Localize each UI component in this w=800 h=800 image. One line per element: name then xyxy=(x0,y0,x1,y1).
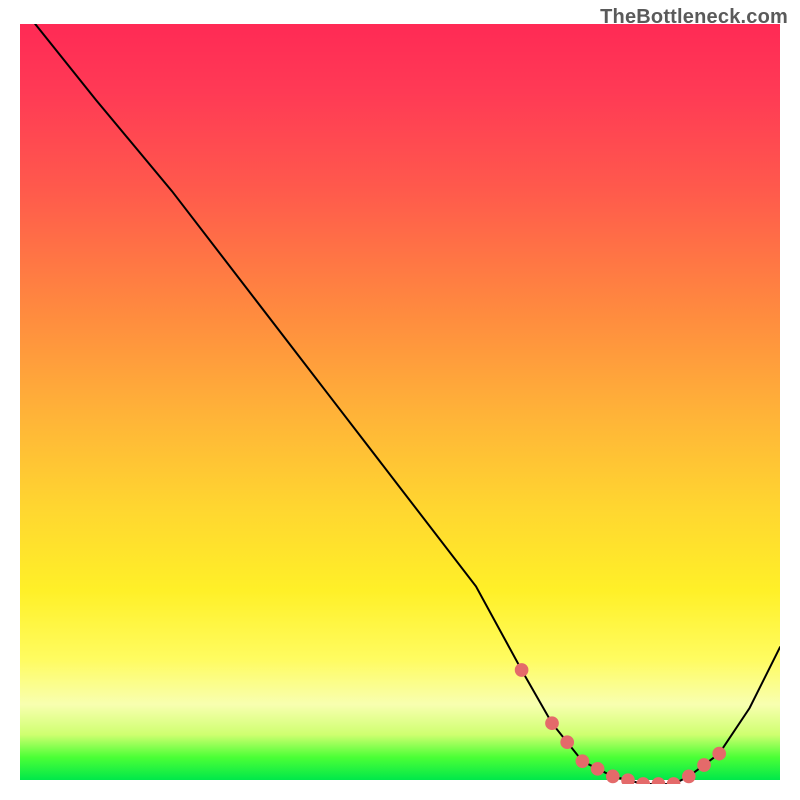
highlight-dot xyxy=(636,777,650,784)
highlight-dot xyxy=(560,735,574,749)
highlight-dot xyxy=(515,663,529,677)
chart-root: TheBottleneck.com xyxy=(0,0,800,800)
plot-area xyxy=(20,24,780,780)
curve-layer xyxy=(20,24,780,784)
highlight-dot xyxy=(606,770,620,784)
highlight-dot xyxy=(652,777,666,784)
highlight-dot xyxy=(682,770,696,784)
highlight-dot xyxy=(545,716,559,730)
highlight-dot xyxy=(576,754,590,768)
highlight-dot xyxy=(591,762,605,776)
highlight-dot xyxy=(712,747,726,761)
bottleneck-curve-path xyxy=(35,24,780,784)
highlight-dot xyxy=(667,777,681,784)
highlight-points-group xyxy=(515,663,726,784)
highlight-dot xyxy=(621,773,635,784)
highlight-dot xyxy=(697,758,711,772)
